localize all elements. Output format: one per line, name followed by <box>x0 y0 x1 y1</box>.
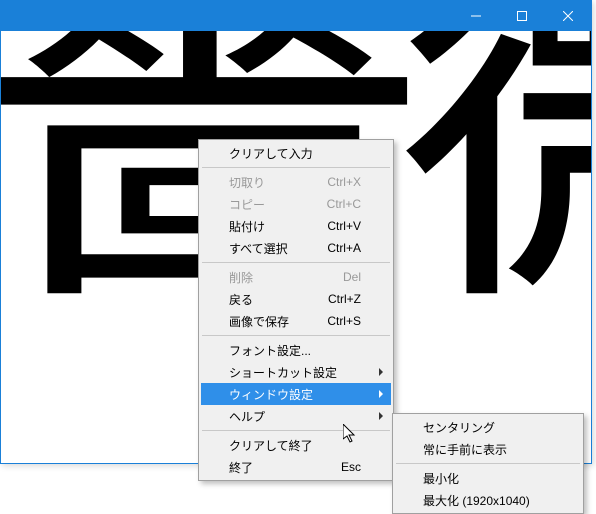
label: クリアして終了 <box>229 437 313 454</box>
context-menu: クリアして入力 切取り Ctrl+X コピー Ctrl+C 貼付け Ctrl+V… <box>198 139 394 481</box>
label: ショートカット設定 <box>229 364 337 381</box>
label: クリアして入力 <box>229 145 313 162</box>
label: 最大化 (1920x1040) <box>423 492 530 509</box>
chevron-right-icon <box>379 368 383 376</box>
submenu-always-on-top[interactable]: 常に手前に表示 <box>395 438 581 460</box>
shortcut: Ctrl+Z <box>328 292 361 306</box>
shortcut: Ctrl+X <box>327 175 361 189</box>
minimize-icon <box>471 11 481 21</box>
label: ウィンドウ設定 <box>229 386 313 403</box>
submenu-maximize[interactable]: 最大化 (1920x1040) <box>395 489 581 511</box>
menu-separator <box>396 463 580 464</box>
menu-undo[interactable]: 戻る Ctrl+Z <box>201 288 391 310</box>
submenu-minimize[interactable]: 最小化 <box>395 467 581 489</box>
label: 戻る <box>229 291 253 308</box>
shortcut: Ctrl+C <box>327 197 361 211</box>
menu-exit[interactable]: 終了 Esc <box>201 456 391 478</box>
menu-select-all[interactable]: すべて選択 Ctrl+A <box>201 237 391 259</box>
minimize-button[interactable] <box>453 1 499 31</box>
label: 常に手前に表示 <box>423 441 507 458</box>
label: 画像で保存 <box>229 313 289 330</box>
shortcut: Ctrl+A <box>327 241 361 255</box>
titlebar <box>1 1 591 31</box>
menu-window-settings[interactable]: ウィンドウ設定 <box>201 383 391 405</box>
label: ヘルプ <box>229 408 265 425</box>
menu-separator <box>202 335 390 336</box>
menu-font-settings[interactable]: フォント設定... <box>201 339 391 361</box>
submenu-centering[interactable]: センタリング <box>395 416 581 438</box>
label: 削除 <box>229 269 253 286</box>
window-settings-submenu: センタリング 常に手前に表示 最小化 最大化 (1920x1040) <box>392 413 584 514</box>
menu-paste[interactable]: 貼付け Ctrl+V <box>201 215 391 237</box>
shortcut: Del <box>343 270 361 284</box>
maximize-button[interactable] <box>499 1 545 31</box>
close-icon <box>563 11 573 21</box>
menu-clear-input[interactable]: クリアして入力 <box>201 142 391 164</box>
menu-delete[interactable]: 削除 Del <box>201 266 391 288</box>
menu-clear-exit[interactable]: クリアして終了 <box>201 434 391 456</box>
shortcut: Ctrl+S <box>327 314 361 328</box>
chevron-right-icon <box>379 390 383 398</box>
menu-separator <box>202 262 390 263</box>
label: 貼付け <box>229 218 265 235</box>
menu-shortcut-settings[interactable]: ショートカット設定 <box>201 361 391 383</box>
menu-save-image[interactable]: 画像で保存 Ctrl+S <box>201 310 391 332</box>
menu-copy[interactable]: コピー Ctrl+C <box>201 193 391 215</box>
shortcut: Esc <box>341 460 361 474</box>
menu-help[interactable]: ヘルプ <box>201 405 391 427</box>
label: すべて選択 <box>229 240 288 257</box>
chevron-right-icon <box>379 412 383 420</box>
shortcut: Ctrl+V <box>327 219 361 233</box>
label: コピー <box>229 196 265 213</box>
menu-separator <box>202 167 390 168</box>
maximize-icon <box>517 11 527 21</box>
close-button[interactable] <box>545 1 591 31</box>
label: センタリング <box>423 419 495 436</box>
label: 最小化 <box>423 470 459 487</box>
label: 終了 <box>229 459 253 476</box>
label: 切取り <box>229 174 265 191</box>
menu-separator <box>202 430 390 431</box>
label: フォント設定... <box>229 342 311 359</box>
menu-cut[interactable]: 切取り Ctrl+X <box>201 171 391 193</box>
